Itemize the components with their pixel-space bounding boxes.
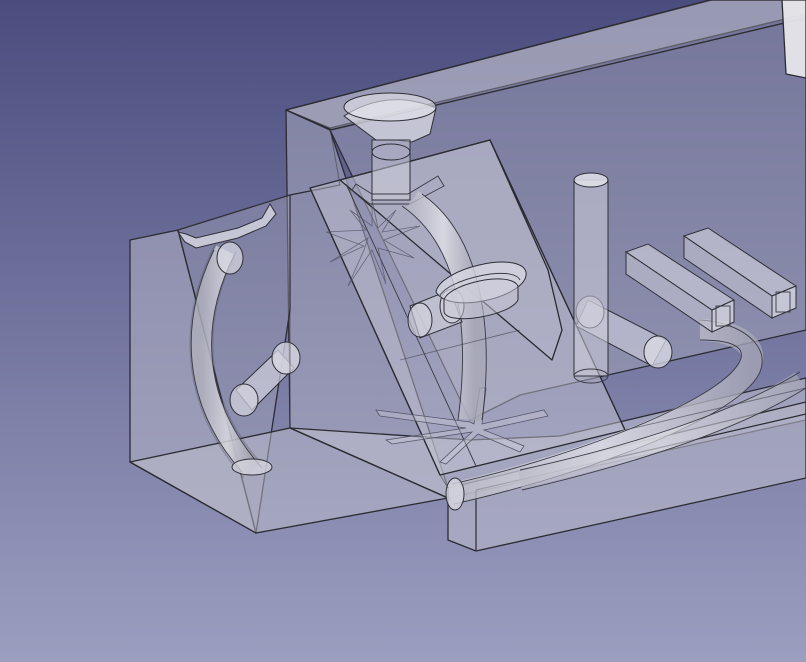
funnel-neck <box>371 139 411 201</box>
funnel-rim <box>343 92 437 122</box>
vertical-pillar[interactable] <box>573 172 609 384</box>
cad-model-scene[interactable] <box>0 0 806 662</box>
3d-viewport[interactable] <box>0 0 806 662</box>
main-block-flange <box>781 0 806 79</box>
